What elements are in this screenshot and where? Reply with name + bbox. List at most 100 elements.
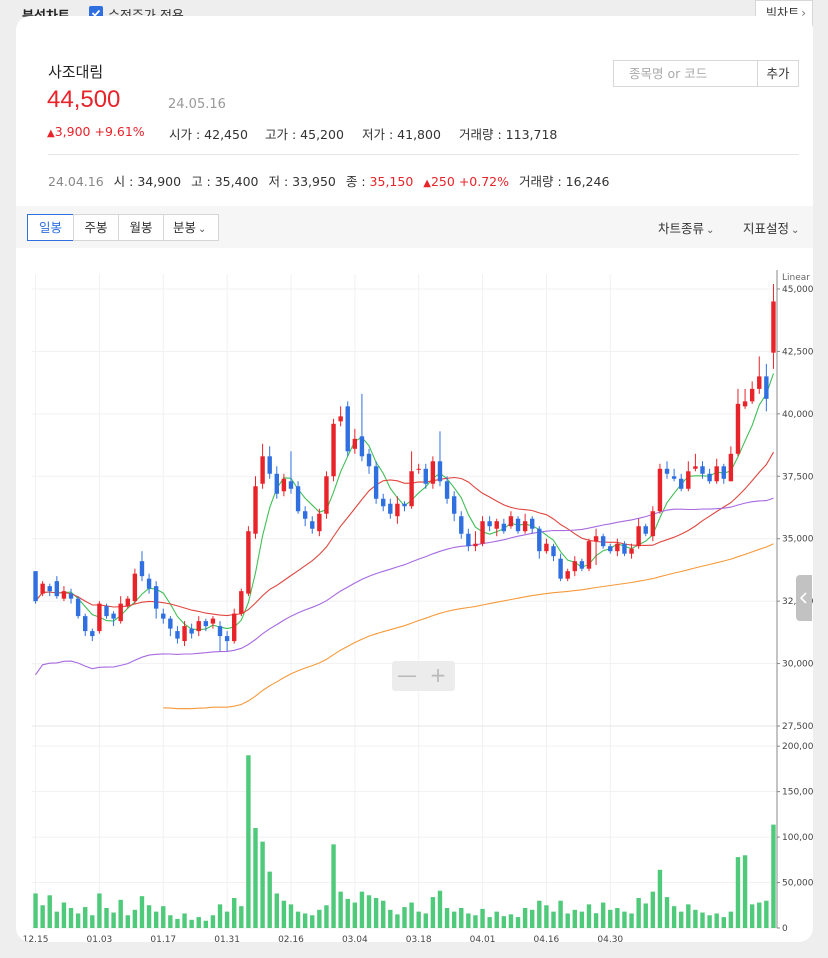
candle-body [444, 481, 450, 499]
candle-body [68, 593, 74, 599]
candle-body [423, 468, 428, 484]
volume-bar [68, 908, 74, 928]
up-triangle-icon: ▲ [47, 128, 55, 139]
candle-body [90, 631, 95, 637]
volume-bar [608, 909, 613, 928]
volume-bar [274, 893, 279, 928]
volume-bar [742, 855, 748, 928]
candle-body [161, 613, 166, 619]
volume-bar [615, 908, 620, 928]
candle-body [608, 546, 613, 552]
candle-body [217, 626, 223, 637]
volume-bar [466, 913, 471, 928]
tab-daily[interactable]: 일봉 [27, 214, 74, 241]
y-tick-label: 37,500 [782, 472, 813, 482]
candle-body [508, 516, 514, 527]
axes: Linear45,00042,50040,00037,50035,00032,5… [23, 270, 813, 942]
x-tick-label: 01.31 [214, 935, 240, 942]
candle-body [153, 586, 159, 609]
candle-body [579, 561, 585, 569]
candle-body [352, 438, 358, 449]
side-panel-handle[interactable] [796, 575, 812, 621]
volume-bar [643, 903, 648, 928]
candle-body [664, 468, 670, 474]
zoom-out-button[interactable]: — [392, 663, 422, 687]
candle-body [480, 521, 485, 544]
indicator-settings-dropdown[interactable]: 지표설정 ⌄ [743, 218, 799, 237]
candle-body [111, 613, 116, 619]
candle-body [437, 461, 443, 482]
volume-bar [451, 911, 457, 928]
candle-body [295, 486, 301, 512]
candle-body [487, 521, 492, 527]
volume-bar [302, 913, 308, 928]
chevron-down-icon: ⌄ [791, 225, 800, 236]
volume-bar [679, 911, 684, 928]
volume-bar [565, 913, 570, 928]
volume-bar [735, 857, 741, 928]
candle-body [721, 466, 726, 479]
candle-body [83, 616, 88, 632]
volume-bar [522, 908, 528, 928]
candle-body [388, 503, 393, 514]
candle-body [260, 456, 265, 484]
volume-bar [707, 915, 712, 928]
candle-body [338, 416, 343, 422]
volume-bar [196, 917, 201, 928]
hover-volume: 거래량 : 16,246 [519, 174, 610, 189]
price-change: ▲3,900 +9.61% [47, 124, 145, 139]
candle-body [629, 548, 634, 554]
candle-body [565, 571, 570, 579]
volume-bar [714, 913, 719, 928]
candle-body [125, 598, 130, 607]
volume-bar [111, 912, 116, 928]
candle-body [168, 618, 173, 629]
hover-high: 고 : 35,400 [191, 174, 259, 189]
volume-bar [749, 904, 755, 928]
moving-averages [35, 373, 775, 710]
stock-search-input[interactable]: 종목명 or 코드 [613, 60, 758, 87]
tab-weekly[interactable]: 주봉 [73, 214, 119, 241]
volume-bar [459, 908, 464, 928]
chevron-left-icon [799, 592, 807, 604]
candlestick-chart[interactable]: Linear45,00042,50040,00037,50035,00032,5… [16, 248, 813, 942]
candle-body [47, 586, 52, 592]
hover-low: 저 : 33,950 [268, 174, 336, 189]
add-button[interactable]: 추가 [758, 60, 799, 87]
candles [33, 283, 776, 652]
volume-bar [83, 907, 88, 928]
volume-bar [210, 915, 216, 928]
candle-body [735, 403, 741, 454]
chart-card: 사조대림 44,500 24.05.16 ▲3,900 +9.61% 시가 : … [16, 16, 813, 942]
x-tick-label: 02.16 [278, 935, 304, 942]
volume-tick-label: 200,000 [782, 742, 813, 752]
candle-body [324, 476, 329, 514]
volume-bar [544, 905, 549, 928]
volume-bar [132, 909, 138, 928]
candle-body [451, 496, 457, 514]
zoom-in-button[interactable]: + [423, 663, 453, 687]
tab-minute[interactable]: 분봉 ⌄ [163, 214, 219, 241]
candle-body [132, 573, 138, 602]
candle-body [409, 471, 414, 507]
volume-tick-label: 100,000 [782, 833, 813, 843]
candle-body [586, 541, 592, 569]
chevron-down-icon: ⌄ [198, 224, 207, 235]
scale-label: Linear [782, 273, 810, 283]
hover-close: 종 : 35,150 [345, 174, 414, 189]
chart-type-dropdown[interactable]: 차트종류 ⌄ [658, 218, 714, 237]
candle-body [572, 561, 577, 572]
volume-bar [373, 898, 379, 928]
volume-bar [728, 911, 734, 928]
candle-body [728, 453, 734, 482]
candle-body [771, 301, 776, 353]
candle-body [33, 571, 38, 602]
candle-body [402, 503, 407, 507]
candle-body [515, 518, 521, 532]
volume-bar [686, 904, 691, 928]
tab-monthly[interactable]: 월봉 [118, 214, 164, 241]
volume-bar [104, 908, 109, 928]
volume-bar [33, 893, 38, 928]
candle-body [381, 498, 386, 507]
candle-body [281, 478, 287, 492]
